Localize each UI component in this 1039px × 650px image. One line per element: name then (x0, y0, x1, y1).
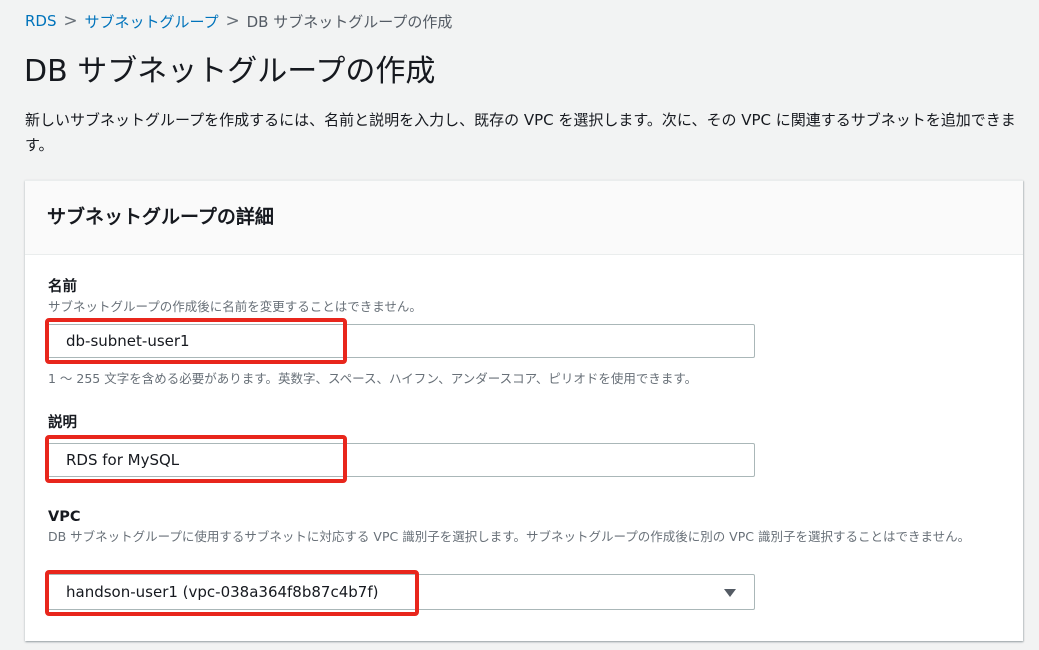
name-label: 名前 (48, 279, 77, 295)
caret-down-icon (724, 589, 736, 597)
panel-title: サブネットグループの詳細 (47, 206, 274, 228)
page-title: DB サブネットグループの作成 (24, 54, 436, 89)
page: RDS > サブネットグループ > DB サブネットグループの作成 DB サブネ… (0, 0, 1039, 650)
name-input[interactable] (47, 324, 755, 358)
panel-header: サブネットグループの詳細 (25, 181, 1023, 255)
breadcrumb-subnet-groups-link[interactable]: サブネットグループ (85, 11, 219, 32)
breadcrumb: RDS > サブネットグループ > DB サブネットグループの作成 (25, 10, 452, 32)
vpc-selected-value: handson-user1 (vpc-038a364f8b87c4b7f) (66, 583, 379, 601)
page-description: 新しいサブネットグループを作成するには、名前と説明を入力し、既存の VPC を選… (25, 111, 1016, 154)
vpc-label: VPC (48, 509, 81, 525)
breadcrumb-rds-link[interactable]: RDS (25, 12, 57, 30)
breadcrumb-separator-icon: > (225, 11, 240, 31)
breadcrumb-current: DB サブネットグループの作成 (246, 12, 453, 31)
breadcrumb-separator-icon: > (63, 11, 78, 31)
subnet-group-details-panel: サブネットグループの詳細 名前 サブネットグループの作成後に名前を変更することは… (25, 180, 1023, 641)
vpc-select[interactable]: handson-user1 (vpc-038a364f8b87c4b7f) (47, 574, 755, 610)
name-constraint: 1 ～ 255 文字を含める必要があります。英数字、スペース、ハイフン、アンダー… (48, 371, 698, 386)
name-hint: サブネットグループの作成後に名前を変更することはできません。 (48, 299, 422, 314)
vpc-hint: DB サブネットグループに使用するサブネットに対応する VPC 識別子を選択しま… (48, 529, 971, 544)
description-label: 説明 (48, 415, 77, 431)
description-input[interactable] (47, 443, 755, 477)
